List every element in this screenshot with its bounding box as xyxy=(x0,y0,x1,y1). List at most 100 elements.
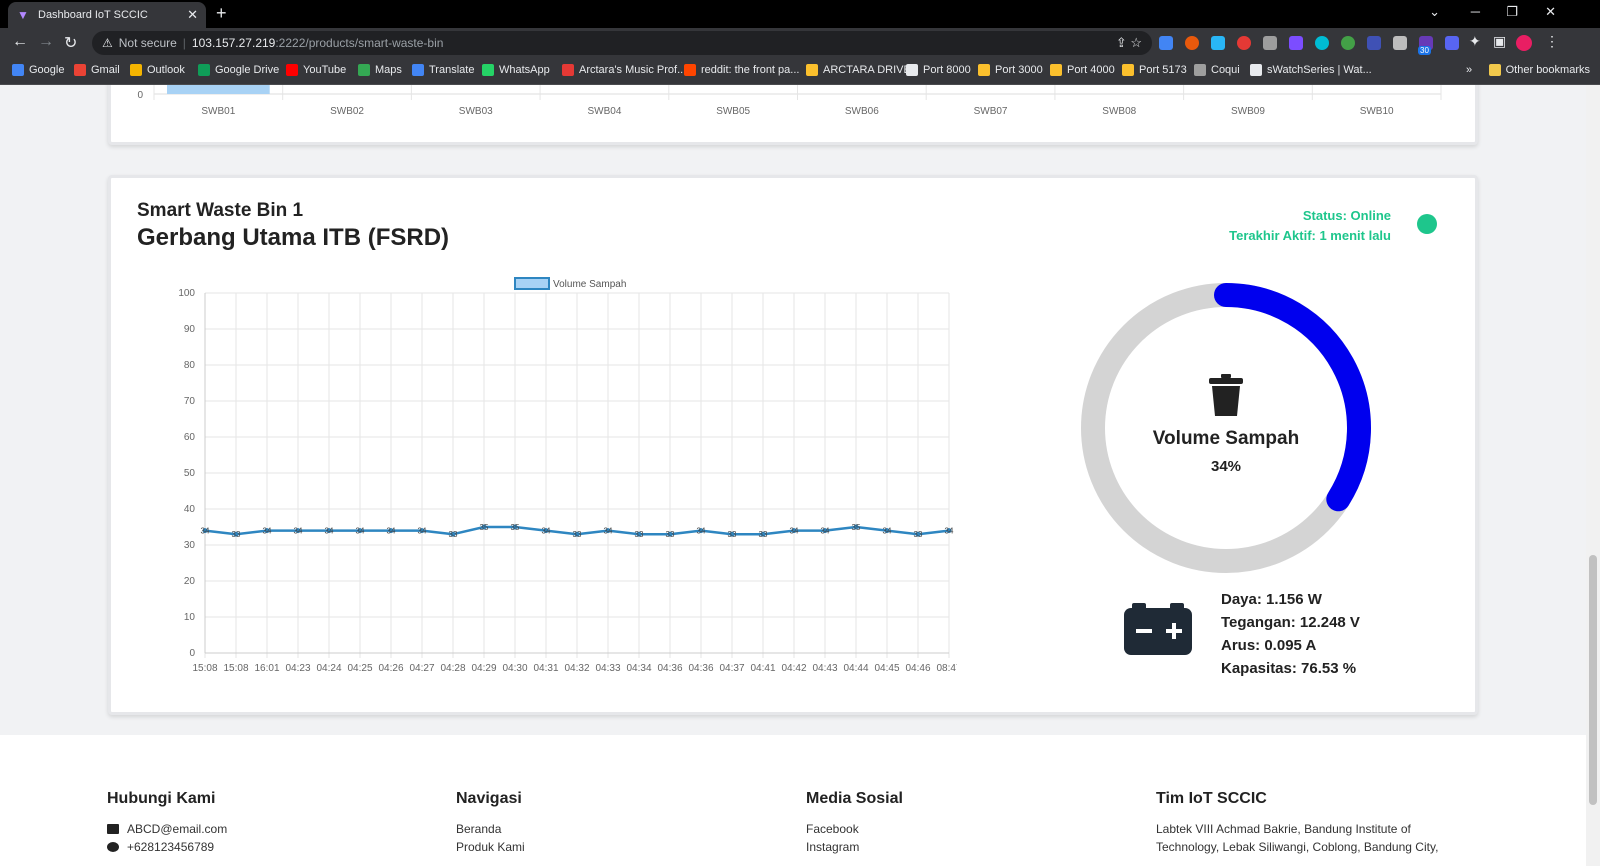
contact-phone[interactable]: +628123456789 xyxy=(107,838,227,856)
bookmark-item[interactable]: Port 4000 xyxy=(1050,64,1115,76)
page-scrollbar[interactable] xyxy=(1586,85,1600,866)
tab-dashboard[interactable]: ▼ Dashboard IoT SCCIC ✕ xyxy=(8,2,206,28)
bookmark-item[interactable]: ARCTARA DRIVE xyxy=(806,64,911,76)
puzzle-icon[interactable]: ✦ xyxy=(1469,33,1481,50)
back-icon[interactable]: ← xyxy=(12,33,28,51)
contact-title: Hubungi Kami xyxy=(107,790,216,807)
data-label: 33 xyxy=(914,530,923,539)
footer-team: Tim IoT SCCIC Labtek VIII Achmad Bakrie,… xyxy=(1156,790,1438,856)
page-content: 0 SWB01 SWB02 SWB03 SWB04 SWB05 SWB06 SWB07 SWB0… xyxy=(0,85,1600,866)
bookmark-label: Google xyxy=(29,64,65,76)
bookmark-item[interactable]: Port 5173 xyxy=(1122,64,1187,76)
profile-avatar[interactable] xyxy=(1516,35,1532,51)
footer-link-beranda[interactable]: Beranda xyxy=(456,820,525,838)
bookmark-item[interactable]: WhatsApp xyxy=(482,64,550,76)
bookmark-item[interactable]: Port 3000 xyxy=(978,64,1043,76)
address-bar[interactable]: ⚠ Not secure | 103.157.27.219 :2222/prod… xyxy=(92,31,1152,55)
extension-icon[interactable] xyxy=(1263,36,1277,50)
close-tab-icon[interactable]: ✕ xyxy=(187,7,198,23)
data-label: 34 xyxy=(387,527,396,536)
data-label: 34 xyxy=(821,527,830,536)
data-label: 34 xyxy=(356,527,365,536)
gauge-title: Volume Sampah xyxy=(1152,428,1300,449)
x-tick-label: 04:37 xyxy=(719,663,744,674)
data-label: 34 xyxy=(325,527,334,536)
x-tick-label: 04:42 xyxy=(781,663,806,674)
x-tick-label: SWB10 xyxy=(1360,106,1394,117)
extension-icon[interactable] xyxy=(1289,36,1303,50)
other-bookmarks-label: Other bookmarks xyxy=(1505,64,1590,76)
footer-link-produk[interactable]: Produk Kami xyxy=(456,838,525,856)
envelope-icon xyxy=(107,824,119,834)
bookmark-label: YouTube xyxy=(303,64,347,76)
x-tick-label: 04:36 xyxy=(657,663,682,674)
extension-icon[interactable] xyxy=(1237,36,1251,50)
extension-icon[interactable] xyxy=(1341,36,1355,50)
y-tick-label: 0 xyxy=(189,648,195,659)
bookmark-favicon-icon xyxy=(412,64,424,76)
extension-icon[interactable] xyxy=(1393,36,1407,50)
extension-icon[interactable] xyxy=(1159,36,1173,50)
tab-bar: ▼ Dashboard IoT SCCIC ✕ + ⌄ ─ ❐ ✕ xyxy=(0,0,1600,28)
other-bookmarks[interactable]: Other bookmarks xyxy=(1488,64,1590,76)
x-tick-label: 04:23 xyxy=(285,663,310,674)
extension-icon[interactable] xyxy=(1185,36,1199,50)
y-tick-label: 40 xyxy=(184,504,196,515)
x-tick-label: 04:43 xyxy=(812,663,837,674)
bookmark-item[interactable]: sWatchSeries | Wat... xyxy=(1250,64,1372,76)
x-tick-label: 04:45 xyxy=(874,663,899,674)
contact-email[interactable]: ABCD@email.com xyxy=(107,820,227,838)
x-tick-label: SWB05 xyxy=(716,106,750,117)
forward-icon[interactable]: → xyxy=(38,33,54,51)
tab-search-icon[interactable]: ⌄ xyxy=(1429,4,1440,20)
bookmark-favicon-icon xyxy=(74,64,86,76)
bookmark-favicon-icon xyxy=(482,64,494,76)
footer-link-instagram[interactable]: Instagram xyxy=(806,838,903,856)
side-panel-icon[interactable]: ▣ xyxy=(1493,33,1506,50)
bookmark-item[interactable]: YouTube xyxy=(286,64,346,76)
x-tick-label: SWB06 xyxy=(845,106,879,117)
bookmark-favicon-icon xyxy=(1250,64,1262,76)
scrollbar-thumb[interactable] xyxy=(1589,555,1597,805)
minimize-icon[interactable]: ─ xyxy=(1471,4,1480,19)
bookmark-item[interactable]: Google Drive xyxy=(198,64,279,76)
reload-icon[interactable]: ↻ xyxy=(64,33,77,53)
footer-link-facebook[interactable]: Facebook xyxy=(806,820,903,838)
bookmark-item[interactable]: Coqui xyxy=(1194,64,1240,76)
extension-icon[interactable] xyxy=(1211,36,1225,50)
bookmark-item[interactable]: Port 8000 xyxy=(906,64,971,76)
bookmark-item[interactable]: Gmail xyxy=(74,64,120,76)
data-label: 33 xyxy=(759,530,768,539)
y-tick-label: 50 xyxy=(184,468,196,479)
close-window-icon[interactable]: ✕ xyxy=(1545,4,1556,20)
new-tab-button[interactable]: + xyxy=(216,3,227,24)
extension-icon[interactable] xyxy=(1445,36,1459,50)
bookmark-favicon-icon xyxy=(358,64,370,76)
data-label: 33 xyxy=(728,530,737,539)
extension-icon[interactable] xyxy=(1315,36,1329,50)
bookmark-item[interactable]: Translate xyxy=(412,64,474,76)
bookmark-item[interactable]: Outlook xyxy=(130,64,185,76)
y-tick-label: 0 xyxy=(137,90,143,101)
social-title: Media Sosial xyxy=(806,790,903,807)
bookmark-favicon-icon xyxy=(684,64,696,76)
bookmark-item[interactable]: reddit: the front pa... xyxy=(684,64,799,76)
x-tick-label: 04:29 xyxy=(471,663,496,674)
x-tick-label: SWB03 xyxy=(459,106,493,117)
menu-icon[interactable]: ⋮ xyxy=(1545,33,1559,50)
more-bookmarks-icon[interactable]: » xyxy=(1466,64,1472,76)
bookmark-item[interactable]: Google xyxy=(12,64,64,76)
x-tick-label: 04:25 xyxy=(347,663,372,674)
extension-icon[interactable] xyxy=(1367,36,1381,50)
restore-icon[interactable]: ❐ xyxy=(1506,4,1518,20)
bookmark-item[interactable]: Arctara's Music Prof... xyxy=(562,64,686,76)
last-active-text: Terakhir Aktif: 1 menit lalu xyxy=(1229,228,1391,243)
bookmark-label: sWatchSeries | Wat... xyxy=(1267,64,1372,76)
online-indicator xyxy=(1417,214,1437,234)
team-address-line2: Technology, Lebak Siliwangi, Coblong, Ba… xyxy=(1156,840,1439,854)
warning-icon: ⚠ xyxy=(102,36,113,50)
bookmark-item[interactable]: Maps xyxy=(358,64,402,76)
bookmark-star-icon[interactable]: ⇪ ☆ xyxy=(1116,35,1142,51)
tab-title: Dashboard IoT SCCIC xyxy=(38,9,148,21)
x-tick-label: 04:28 xyxy=(440,663,465,674)
